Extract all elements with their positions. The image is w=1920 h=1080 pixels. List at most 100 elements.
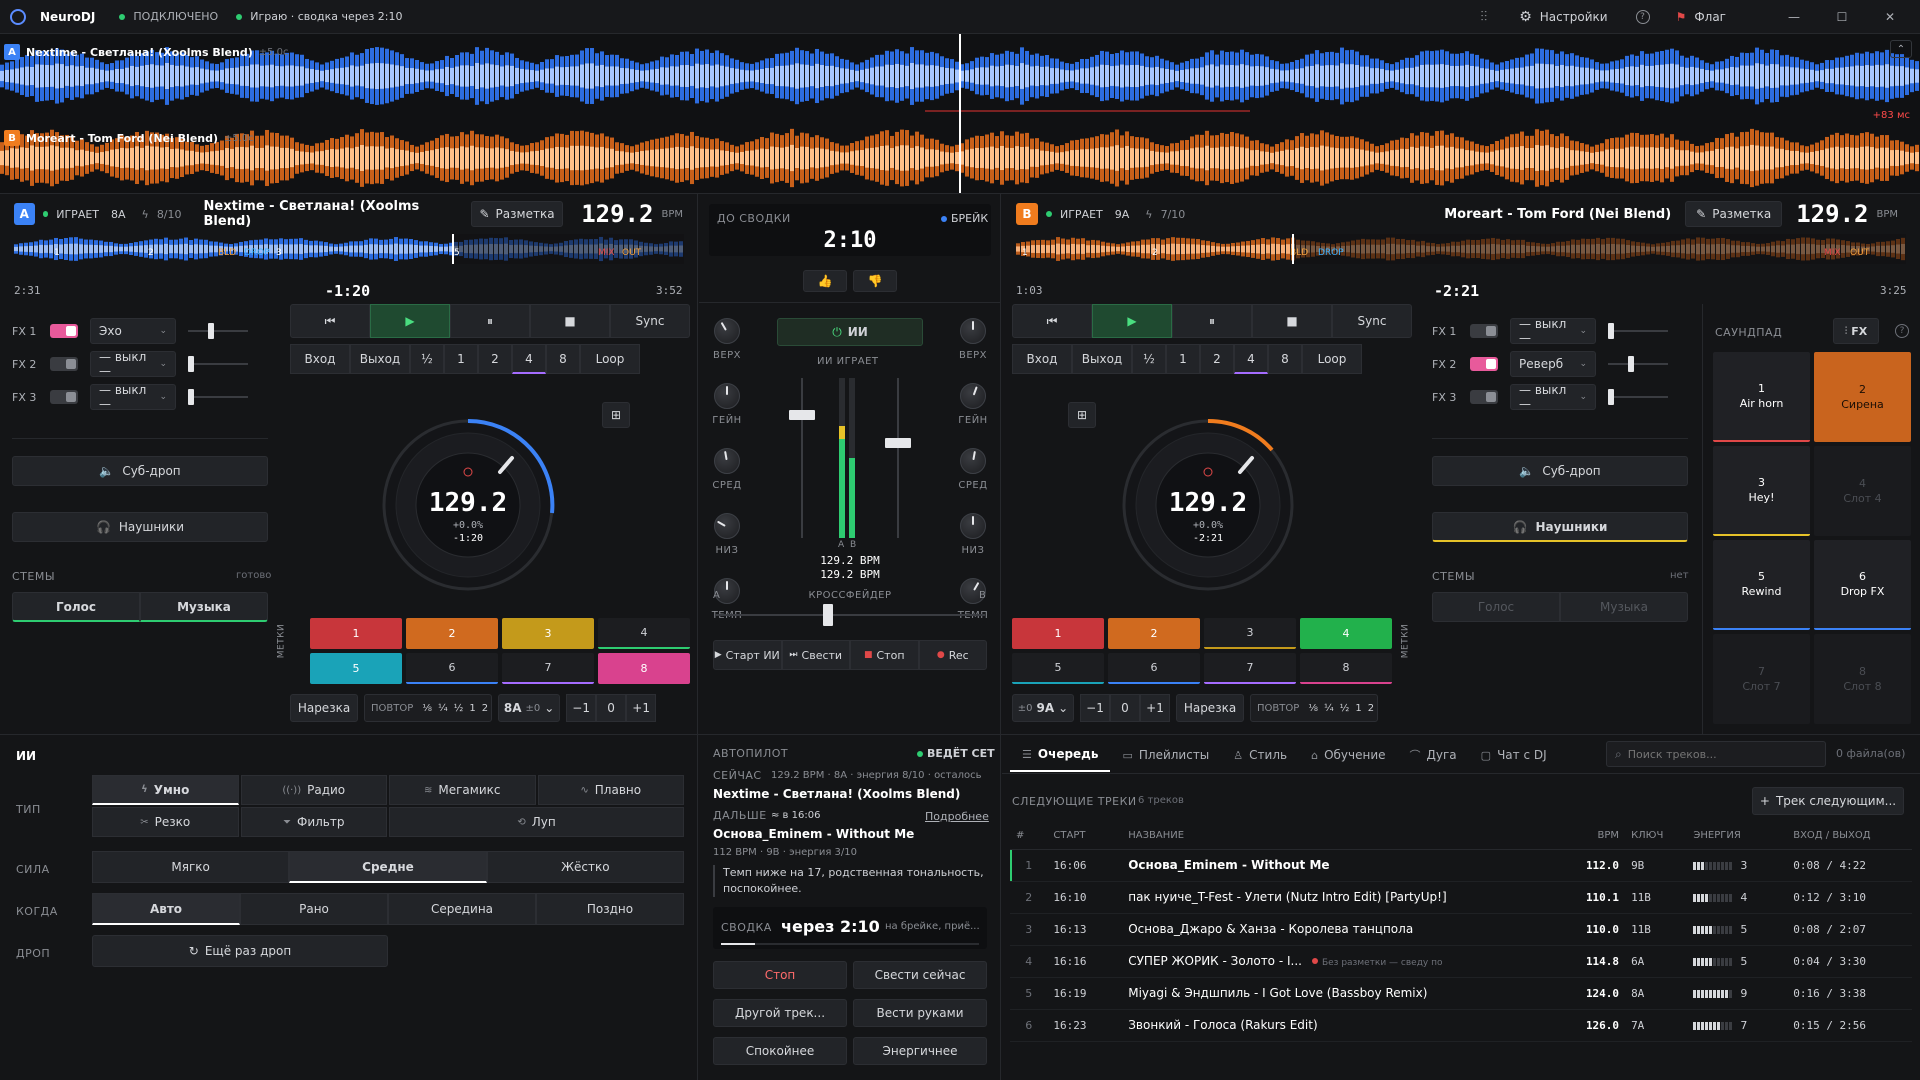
deck-a-play-button[interactable]: ▶ [370,304,450,338]
loop-button[interactable]: Вход [1012,344,1072,374]
repeat-size-button[interactable]: 1 [1352,703,1364,714]
repeat-size-button[interactable]: 2 [1365,703,1377,714]
ai-type-button[interactable]: ∿ Плавно [537,775,684,805]
table-row[interactable]: 6 16:23 Звонкий - Голоса (Rakurs Edit) 126.… [1010,1009,1912,1042]
column-header[interactable]: ВХОД / ВЫХОД [1787,823,1912,850]
eq-knob[interactable] [714,513,740,539]
ai-type-button[interactable]: ✂ Резко [92,807,239,837]
ap-energetic-button[interactable]: Энергичнее [853,1037,987,1065]
deck-b-prev-button[interactable]: ⏮ [1012,304,1092,338]
ap-mix-now-button[interactable]: Свести сейчас [853,961,987,989]
deck-a-mini-waveform[interactable]: 1 2 BLD DROP 3 5 MIX OUT [14,234,684,264]
sample-pad[interactable]: 2 Сирена [1814,352,1911,442]
repeat-size-button[interactable]: ½ [451,703,467,714]
cue-pad[interactable]: 7 [502,653,594,684]
loop-button[interactable]: 4 [1234,344,1268,374]
ai-when-button[interactable]: Рано [240,893,388,925]
deck-a-subdrop-button[interactable]: 🔈 Суб-дроп [12,456,268,486]
ai-when-button[interactable]: Поздно [536,893,684,925]
deck-a-headphones-button[interactable]: 🎧 Наушники [12,512,268,542]
sampler-fx-button[interactable]: ⫶ FX [1833,318,1879,344]
library-tab[interactable]: ⌒ Дуга [1398,738,1469,772]
repeat-size-button[interactable]: 1 [466,703,478,714]
cue-pad[interactable]: 3 [1204,618,1296,649]
library-tab[interactable]: ♙ Стиль [1221,738,1299,772]
nudge-button[interactable]: −1 [566,694,597,722]
library-tab[interactable]: ⌂ Обучение [1299,738,1397,772]
deck-a-slicer-button[interactable]: Нарезка [290,694,358,722]
deck-b-play-button[interactable]: ▶ [1092,304,1172,338]
ai-when-button[interactable]: Середина [388,893,536,925]
repeat-size-button[interactable]: 2 [479,703,491,714]
fx-toggle[interactable] [1470,357,1498,371]
fx-select[interactable]: Реверб ⌄ [1510,351,1596,377]
deck-b-slicer-button[interactable]: Нарезка [1176,694,1244,722]
library-tab[interactable]: ▢ Чат с DJ [1469,738,1559,772]
repeat-size-button[interactable]: ¼ [1321,703,1337,714]
ai-type-button[interactable]: ⟲ Луп [389,807,684,837]
column-header[interactable]: СТАРТ [1047,823,1123,850]
maximize-icon[interactable]: ☐ [1822,10,1862,24]
sample-pad[interactable]: 6 Drop FX [1814,540,1911,630]
ai-type-button[interactable]: ⏷ Фильтр [240,807,387,837]
ai-force-button[interactable]: Мягко [92,851,290,883]
nudge-button[interactable]: −1 [1080,694,1110,722]
flag-button[interactable]: Флаг [1694,10,1726,24]
cue-pad[interactable]: 4 [1300,618,1392,649]
loop-button[interactable]: Выход [350,344,410,374]
column-header[interactable]: КЛЮЧ [1625,823,1688,850]
sample-pad[interactable]: 3 Hey! [1713,446,1810,536]
minimize-icon[interactable]: — [1774,10,1814,24]
ai-type-button[interactable]: ((·)) Радио [240,775,387,805]
repeat-size-button[interactable]: ⅛ [1305,703,1321,714]
deck-a-stem-music[interactable]: Музыка [140,592,268,622]
thumb-down-button[interactable]: 👎 [853,270,897,292]
cue-pad[interactable]: 6 [1108,653,1200,684]
repeat-size-button[interactable]: ½ [1337,703,1353,714]
loop-button[interactable]: ½ [1132,344,1166,374]
nudge-button[interactable]: 0 [596,694,627,722]
loop-button[interactable]: 2 [478,344,512,374]
nudge-button[interactable]: +1 [1140,694,1170,722]
deck-b-load-icon[interactable]: ⊞ [1068,402,1096,428]
deck-a-prev-button[interactable]: ⏮ [290,304,370,338]
nudge-button[interactable]: 0 [1110,694,1140,722]
nudge-button[interactable]: +1 [626,694,657,722]
deck-a-stop-button[interactable]: ■ [530,304,610,338]
deck-a-key-select[interactable]: 8A ±0 ⌄ [498,694,561,722]
fx-amount-slider[interactable] [1608,323,1668,339]
sample-pad[interactable]: 5 Rewind [1713,540,1810,630]
eq-knob[interactable] [714,318,740,344]
loop-button[interactable]: Loop [1302,344,1362,374]
mix-now-button[interactable]: ⏭ Свести [781,640,850,670]
table-row[interactable]: 4 16:16 СУПЕР ЖОРИК - Золото - I... Без раз… [1010,945,1912,978]
library-tab[interactable]: ☰ Очередь [1010,738,1111,772]
library-tab[interactable]: ▭ Плейлисты [1110,738,1221,772]
cue-pad[interactable]: 7 [1204,653,1296,684]
column-header[interactable]: НАЗВАНИЕ [1122,823,1569,850]
loop-button[interactable]: ½ [410,344,444,374]
fx-select[interactable]: — выкл — ⌄ [90,350,176,378]
cue-pad[interactable]: 5 [1012,653,1104,684]
repeat-size-button[interactable]: ¼ [435,703,451,714]
cue-pad[interactable]: 1 [310,618,402,649]
help-icon[interactable]: ? [1895,324,1909,338]
ai-type-button[interactable]: ϟ Умно [92,775,239,805]
loop-button[interactable]: 8 [1268,344,1302,374]
cue-pad[interactable]: 1 [1012,618,1104,649]
mixer-settings-icon[interactable]: ⫶⫶ [1480,9,1487,25]
cue-pad[interactable]: 5 [310,653,402,684]
ai-type-button[interactable]: ≋ Мегамикс [389,775,536,805]
fx-amount-slider[interactable] [1608,389,1668,405]
waveform-overview[interactable]: A Nextime - Светлана! (Xoolms Blend) ±5.… [0,34,1920,194]
ap-calmer-button[interactable]: Спокойнее [713,1037,847,1065]
deck-a-load-icon[interactable]: ⊞ [602,402,630,428]
deck-b-stop-button[interactable]: ■ [1252,304,1332,338]
deck-b-stem-music[interactable]: Музыка [1560,592,1688,622]
loop-button[interactable]: Выход [1072,344,1132,374]
deck-a-sync-button[interactable]: Sync [610,304,690,338]
fx-toggle[interactable] [50,324,78,338]
fx-select[interactable]: — выкл — ⌄ [1510,317,1596,345]
ai-toggle-button[interactable]: ⏻ ИИ [777,318,923,346]
channel-a-fader[interactable] [789,378,815,538]
